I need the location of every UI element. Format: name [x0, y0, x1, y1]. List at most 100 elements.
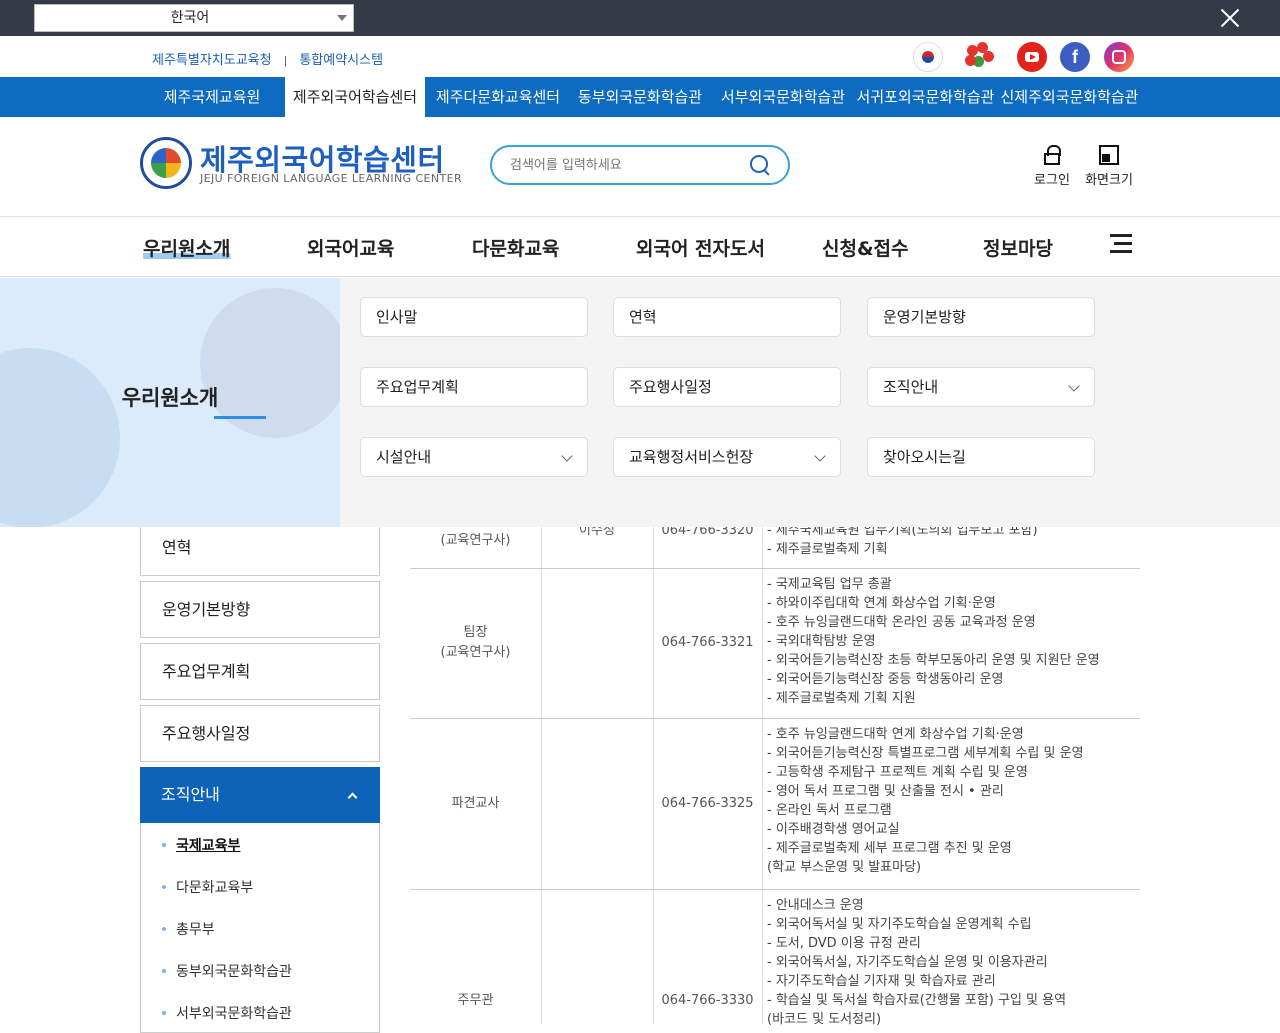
- menu-organization[interactable]: 조직안내: [867, 367, 1095, 407]
- link-jeje-office[interactable]: 제주특별자치도교육청: [152, 53, 272, 68]
- menu-service-charter[interactable]: 교육행정서비스헌장: [613, 437, 841, 477]
- row-divider: [410, 568, 1140, 569]
- nav-language-education[interactable]: 외국어교육: [307, 234, 394, 261]
- title-underline: [214, 416, 266, 419]
- submenu-west-hall[interactable]: 서부외국문화학습관: [162, 1003, 292, 1023]
- cell-position: 팀장 (교육연구사): [440, 625, 511, 660]
- language-value: 한국어: [170, 10, 210, 26]
- flower-icon[interactable]: [965, 42, 995, 72]
- submenu-international[interactable]: 국제교육부: [161, 835, 240, 855]
- chevron-up-icon: [347, 792, 358, 803]
- chevron-down-icon: [1068, 380, 1080, 392]
- duty-line: - 외국어듣기능력신장 초등 학부모동아리 운영 및 지원단 운영: [767, 653, 1100, 668]
- login-label: 로그인: [1034, 173, 1070, 188]
- nav-about[interactable]: 우리원소개: [143, 234, 230, 261]
- screen-size-icon: [1099, 145, 1119, 165]
- duty-line: - 국제교육팀 업무 총괄: [767, 577, 892, 592]
- sidebar-item-direction[interactable]: 운영기본방향: [140, 581, 380, 638]
- submenu-east-hall[interactable]: 동부외국문화학습관: [162, 961, 292, 981]
- cell-position: 주무관: [457, 993, 494, 1008]
- main-nav: 우리원소개 외국어교육 다문화교육 외국어 전자도서 신청&접수 정보마당: [0, 217, 1280, 277]
- duty-line: - 고등학생 주제탐구 프로젝트 계획 수립 및 운영: [767, 765, 1028, 780]
- cell-duties: - 안내데스크 운영 - 외국어독서실 및 자기주도학습실 운영계획 수립 - …: [767, 896, 1066, 1029]
- mega-menu-title: 우리원소개: [121, 386, 219, 410]
- lock-icon: [1042, 145, 1062, 165]
- site-tab[interactable]: 제주다문화교육센터: [428, 77, 568, 117]
- duty-line: - 국외대학탐방 운영: [767, 634, 876, 649]
- logo-emblem-icon[interactable]: [140, 137, 192, 189]
- duty-line: - 제주글로벌축제 기획: [767, 542, 888, 557]
- zoom-label: 화면크기: [1085, 173, 1133, 188]
- duty-line: - 영어 독서 프로그램 및 산출물 전시 • 관리: [767, 784, 1004, 799]
- nav-info[interactable]: 정보마당: [983, 234, 1053, 261]
- site-tab-active[interactable]: 제주외국어학습센터: [285, 77, 425, 117]
- cell-duties: - 호주 뉴잉글랜드대학 연계 화상수업 기획·운영 - 외국어듣기능력신장 특…: [767, 725, 1084, 877]
- duty-line: (바코드 및 도서정리): [767, 1012, 882, 1027]
- cell-duties: - 국제교육팀 업무 총괄 - 하와이주립대학 연계 화상수업 기획·운영 - …: [767, 575, 1100, 708]
- language-select[interactable]: 한국어: [34, 4, 354, 32]
- cell-phone: 064-766-3325: [661, 796, 754, 811]
- separator: |: [283, 54, 288, 67]
- sidebar-item-events[interactable]: 주요행사일정: [140, 705, 380, 762]
- site-tab[interactable]: 서부외국문화학습관: [713, 77, 853, 117]
- submenu-multicultural[interactable]: 다문화교육부: [161, 877, 253, 897]
- hamburger-menu-icon[interactable]: [1110, 234, 1132, 254]
- menu-greeting[interactable]: 인사말: [360, 297, 588, 337]
- site-tab[interactable]: 제주국제교육원: [148, 77, 276, 117]
- youtube-icon[interactable]: [1017, 42, 1047, 72]
- menu-label: 교육행정서비스헌장: [629, 448, 754, 466]
- column-divider: [762, 527, 763, 1024]
- close-icon[interactable]: [1218, 6, 1242, 30]
- mega-menu-side: 우리원소개: [0, 278, 340, 527]
- search-input[interactable]: [510, 155, 740, 175]
- duty-line: - 자기주도학습실 기자재 및 학습자료 관리: [767, 974, 996, 989]
- site-tab[interactable]: 신제주외국문화학습관: [997, 77, 1142, 117]
- korea-flag-icon[interactable]: [913, 42, 943, 72]
- menu-directions[interactable]: 찾아오시는길: [867, 437, 1095, 477]
- site-tabs: 제주국제교육원 제주외국어학습센터 제주다문화교육센터 동부외국문화학습관 서부…: [0, 77, 1280, 117]
- top-bar: 한국어: [0, 0, 1280, 36]
- menu-events[interactable]: 주요행사일정: [613, 367, 841, 407]
- zoom-button[interactable]: 화면크기: [1081, 145, 1137, 188]
- link-reservation[interactable]: 통합예약시스템: [299, 53, 383, 68]
- logo-subtitle: JEJU FOREIGN LANGUAGE LEARNING CENTER: [200, 172, 463, 185]
- search-box: [490, 145, 790, 185]
- row-divider: [410, 889, 1140, 890]
- duty-line: (학교 부스운영 및 발표마당): [767, 860, 922, 875]
- menu-history[interactable]: 연혁: [613, 297, 841, 337]
- site-header: 제주외국어학습센터 JEJU FOREIGN LANGUAGE LEARNING…: [0, 117, 1280, 217]
- sidebar-active-label: 조직안내: [161, 785, 220, 804]
- sidebar-item-history[interactable]: 연혁: [140, 519, 380, 576]
- duty-line: - 제주글로벌축제 기획 지원: [767, 691, 916, 706]
- menu-label: 운영기본방향: [883, 308, 966, 326]
- site-tab[interactable]: 서귀포외국문화학습관: [853, 77, 998, 117]
- menu-plan[interactable]: 주요업무계획: [360, 367, 588, 407]
- submenu-general-affairs[interactable]: 총무부: [162, 919, 215, 939]
- menu-label: 연혁: [629, 308, 657, 326]
- utility-row: 제주특별자치도교육청 | 통합예약시스템 f: [0, 36, 1280, 77]
- duty-line: - 호주 뉴잉글랜드대학 연계 화상수업 기획·운영: [767, 727, 1024, 742]
- instagram-icon[interactable]: [1104, 42, 1134, 72]
- sidebar-item-plan[interactable]: 주요업무계획: [140, 643, 380, 700]
- menu-label: 주요행사일정: [629, 378, 712, 396]
- cell-position: (교육연구사): [440, 533, 511, 548]
- nav-apply[interactable]: 신청&접수: [822, 234, 909, 261]
- duty-line: - 안내데스크 운영: [767, 898, 864, 913]
- login-button[interactable]: 로그인: [1024, 145, 1080, 188]
- site-tab[interactable]: 동부외국문화학습관: [570, 77, 710, 117]
- menu-facilities[interactable]: 시설안내: [360, 437, 588, 477]
- search-icon[interactable]: [750, 155, 770, 175]
- menu-direction[interactable]: 운영기본방향: [867, 297, 1095, 337]
- chevron-down-icon: [337, 15, 347, 21]
- menu-label: 주요업무계획: [376, 378, 459, 396]
- column-divider: [541, 527, 542, 1024]
- duty-line: - 이주배경학생 영어교실: [767, 822, 900, 837]
- facebook-icon[interactable]: f: [1060, 42, 1090, 72]
- nav-multicultural[interactable]: 다문화교육: [472, 234, 559, 261]
- nav-ebooks[interactable]: 외국어 전자도서: [636, 234, 765, 261]
- sidebar-item-organization[interactable]: 조직안내: [140, 767, 380, 823]
- chevron-down-icon: [814, 450, 826, 462]
- duty-line: - 하와이주립대학 연계 화상수업 기획·운영: [767, 596, 996, 611]
- row-divider: [410, 718, 1140, 719]
- duty-line: - 외국어듣기능력신장 중등 학생동아리 운영: [767, 672, 1004, 687]
